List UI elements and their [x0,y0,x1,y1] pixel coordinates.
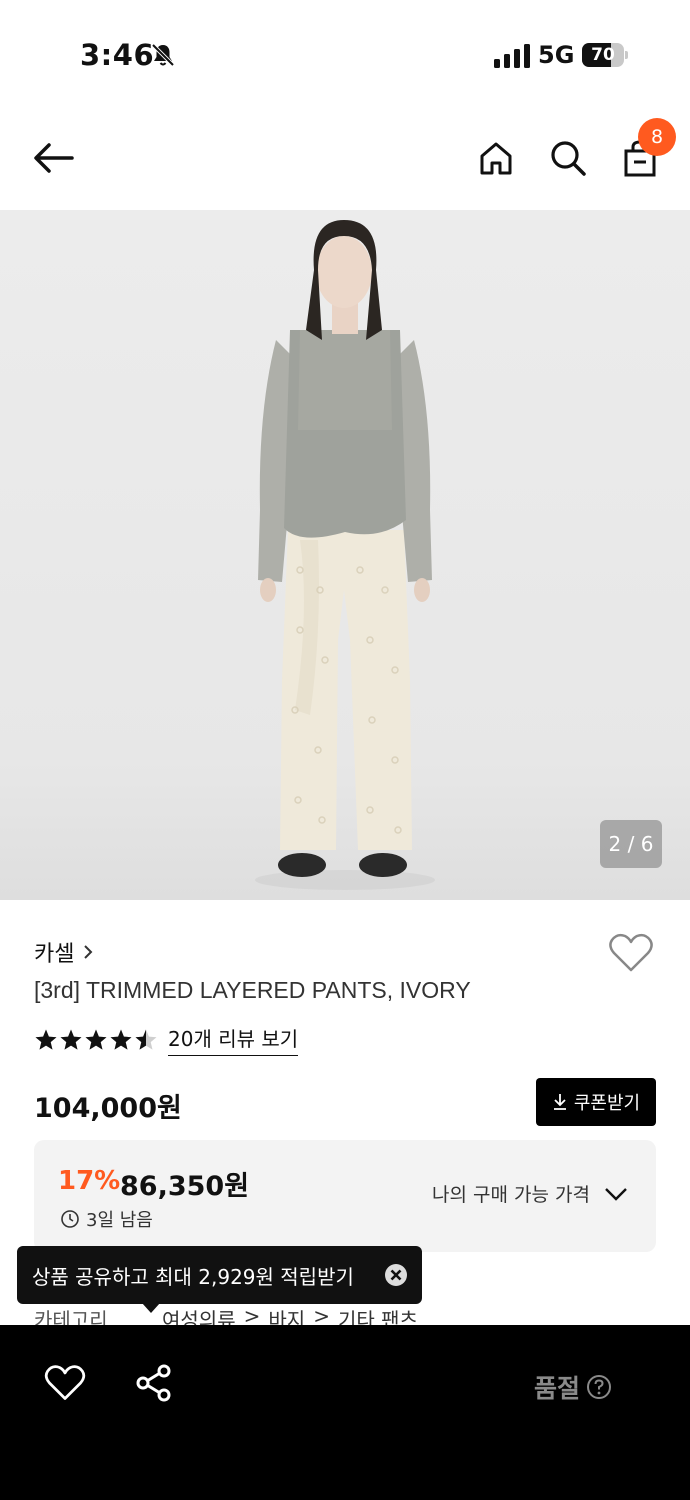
rating-row: 20개 리뷰 보기 [34,1023,299,1056]
tooltip-arrow [142,1303,160,1313]
sold-out-status: 품절 [534,1369,612,1405]
arrow-left-icon [34,143,74,173]
review-link[interactable]: 20개 리뷰 보기 [168,1023,299,1056]
search-icon [551,141,586,176]
status-time: 3:46 [80,38,155,72]
heart-icon [44,1365,86,1400]
help-icon[interactable] [586,1374,612,1400]
status-bar: 3:46 5G 70 [0,0,690,110]
star-icon [110,1029,132,1050]
clock-icon [61,1210,79,1228]
signal-icon [494,44,530,68]
share-icon [136,1364,171,1402]
bell-muted-icon [151,43,175,67]
coupon-label: 쿠폰받기 [573,1093,641,1114]
chevron-down-icon [605,1187,627,1201]
product-image[interactable] [0,210,690,900]
tooltip-text: 상품 공유하고 최대 2,929원 적립받기 [32,1264,354,1289]
back-button[interactable] [30,134,78,182]
time-remaining: 3일 남음 [60,1206,153,1232]
heart-icon [609,933,653,972]
sold-out-label: 품절 [534,1374,581,1403]
discount-panel[interactable]: 17% 86,350원 3일 남음 나의 구매 가능 가격 [34,1140,656,1252]
product-photo [255,220,435,890]
home-button[interactable] [472,134,520,182]
share-button[interactable] [134,1363,174,1403]
chevron-right-icon [84,945,93,959]
search-button[interactable] [544,134,592,182]
brand-link[interactable]: 카셀 [34,936,94,968]
bottom-action-bar: 품절 [0,1325,690,1500]
close-icon[interactable] [384,1263,408,1287]
my-price-toggle[interactable]: 나의 구매 가능 가격 [432,1180,628,1207]
download-icon [553,1094,566,1110]
share-reward-tooltip: 상품 공유하고 최대 2,929원 적립받기 [17,1246,422,1304]
home-icon [480,142,512,175]
rating-stars [34,1028,158,1052]
bottom-wishlist-button[interactable] [44,1363,86,1403]
battery-icon: 70 [582,43,628,67]
cart-count-badge: 8 [638,118,676,156]
star-icon [60,1029,82,1050]
wishlist-button[interactable] [608,932,656,978]
discount-rate: 17% [58,1166,121,1196]
discount-price: 86,350원 [120,1171,250,1202]
original-price: 104,000원 [34,1093,182,1124]
star-icon [135,1029,157,1050]
brand-name: 카셀 [34,942,75,967]
star-icon [85,1029,107,1050]
coupon-button[interactable]: 쿠폰받기 [536,1078,656,1126]
network-label: 5G [538,41,575,69]
star-icon [35,1029,57,1050]
product-name: [3rd] TRIMMED LAYERED PANTS, IVORY [34,977,471,1003]
top-navigation [0,110,690,210]
time-remaining-text: 3일 남음 [86,1210,153,1231]
my-price-label: 나의 구매 가능 가격 [432,1184,590,1206]
battery-level: 70 [591,45,615,65]
image-counter: 2 / 6 [600,820,662,868]
